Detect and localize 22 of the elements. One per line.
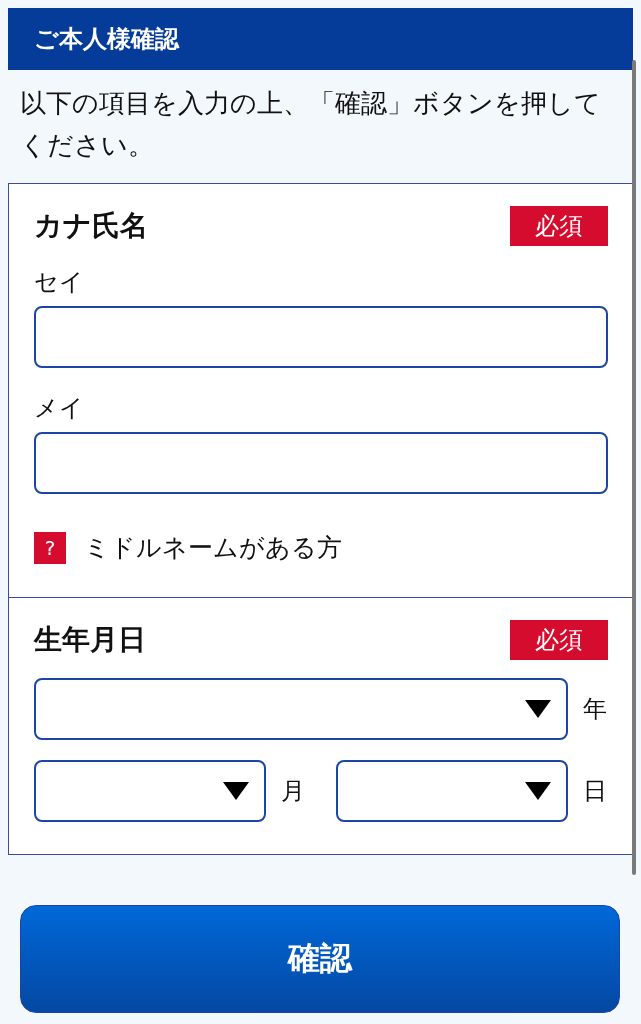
date-dropdown[interactable] [34,760,266,822]
caret-icon [525,782,551,800]
caret-icon [525,700,551,718]
section-title: 生年月日 [34,622,146,658]
confirm-button[interactable]: 確認 [20,905,620,1013]
caret-icon [223,782,249,800]
field-label: メイ [34,393,84,424]
help-icon: ? [34,532,66,564]
field-label: セイ [34,267,84,298]
required-badge: 必須 [510,206,608,246]
date-unit-label: 月 [280,776,305,807]
required-badge: 必須 [510,620,608,660]
date-dropdown[interactable] [336,760,568,822]
text-input[interactable] [34,432,608,494]
date-dropdown[interactable] [34,678,568,740]
section-title: カナ氏名 [34,208,148,244]
date-unit-label: 年 [582,694,607,725]
date-unit-label: 日 [582,776,607,807]
text-input[interactable] [34,306,608,368]
instruction-text: 以下の項目を入力の上、「確認」ボタンを押してください。 [19,87,602,162]
page-title: ご本人様確認 [34,24,179,55]
middle-name-toggle[interactable]: ? ミドルネームがある方 [34,531,342,565]
